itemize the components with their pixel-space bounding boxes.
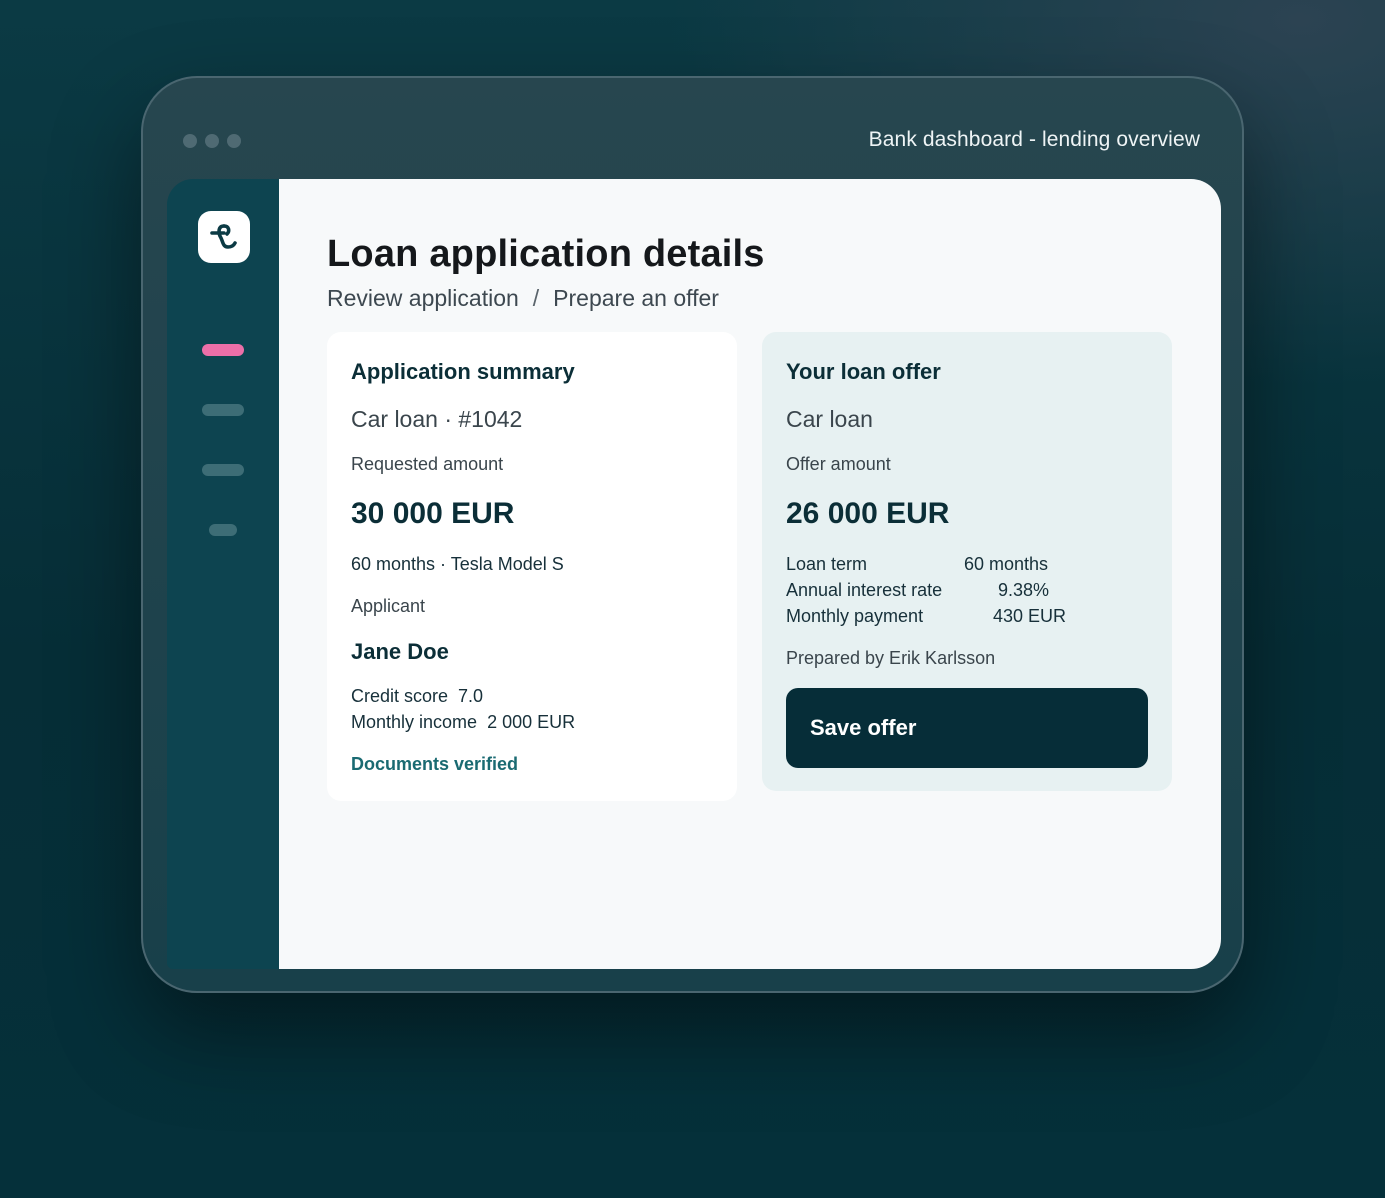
credit-score-value: 7.0 (458, 686, 484, 706)
page-title: Loan application details (327, 233, 765, 275)
breadcrumb: Review application / Prepare an offer (327, 285, 719, 312)
main-content: Loan application details Review applicat… (279, 179, 1221, 969)
window-frame: Bank dashboard - lending overview Loan a… (141, 76, 1244, 993)
documents-verified-badge: Documents verified (351, 754, 519, 774)
breadcrumb-review-application[interactable]: Review application (327, 285, 519, 311)
nav-item-3[interactable] (202, 464, 244, 476)
offer-rate-label: Annual interest rate (786, 580, 943, 600)
window-dot-icon[interactable] (205, 134, 219, 148)
nav-item-4[interactable] (209, 524, 237, 536)
offer-rate-value: 9.38% (998, 580, 1050, 600)
window-dot-icon[interactable] (227, 134, 241, 148)
monthly-income-value: 2 000 EUR (487, 712, 576, 732)
offer-title: Your loan offer (786, 359, 941, 384)
offer-term-value: 60 months (964, 554, 1049, 574)
nav-item-active[interactable] (202, 344, 244, 356)
window-dot-icon[interactable] (183, 134, 197, 148)
offer-term-row: Loan term 60 months (786, 554, 1048, 575)
offer-term-label: Loan term (786, 554, 868, 574)
window-title: Bank dashboard - lending overview (868, 128, 1200, 151)
offer-payment-label: Monthly payment (786, 606, 924, 626)
summary-title: Application summary (351, 359, 575, 384)
applicant-name: Jane Doe (351, 639, 449, 664)
requested-amount-value: 30 000 EUR (351, 497, 515, 530)
applicant-label: Applicant (351, 596, 426, 616)
monthly-income-label: Monthly income (351, 712, 478, 732)
offer-amount-value: 26 000 EUR (786, 497, 950, 530)
monthly-income: Monthly income 2 000 EUR (351, 712, 575, 733)
breadcrumb-separator: / (532, 285, 540, 311)
sidebar (167, 179, 279, 969)
offer-amount-label: Offer amount (786, 454, 891, 474)
prepared-by: Prepared by Erik Karlsson (786, 648, 996, 668)
brand-logo-glyph (210, 224, 237, 249)
application-summary-card: Application summary Car loan · #1042 Req… (327, 332, 737, 801)
loan-term-vehicle: 60 months · Tesla Model S (351, 554, 564, 574)
offer-loan-type: Car loan (786, 406, 873, 432)
offer-payment-row: Monthly payment 430 EUR (786, 606, 1066, 627)
breadcrumb-prepare-offer[interactable]: Prepare an offer (553, 285, 719, 311)
brand-logo-icon[interactable] (198, 211, 250, 263)
loan-reference: Car loan · #1042 (351, 406, 523, 432)
credit-score: Credit score 7.0 (351, 686, 483, 707)
window-controls (183, 134, 241, 148)
loan-offer-card: Your loan offer Car loan Offer amount 26… (762, 332, 1172, 791)
offer-payment-value: 430 EUR (993, 606, 1067, 626)
offer-rate-row: Annual interest rate 9.38% (786, 580, 1049, 601)
save-offer-button[interactable]: Save offer (786, 688, 1148, 768)
nav-item-2[interactable] (202, 404, 244, 416)
requested-amount-label: Requested amount (351, 454, 504, 474)
credit-score-label: Credit score (351, 686, 449, 706)
